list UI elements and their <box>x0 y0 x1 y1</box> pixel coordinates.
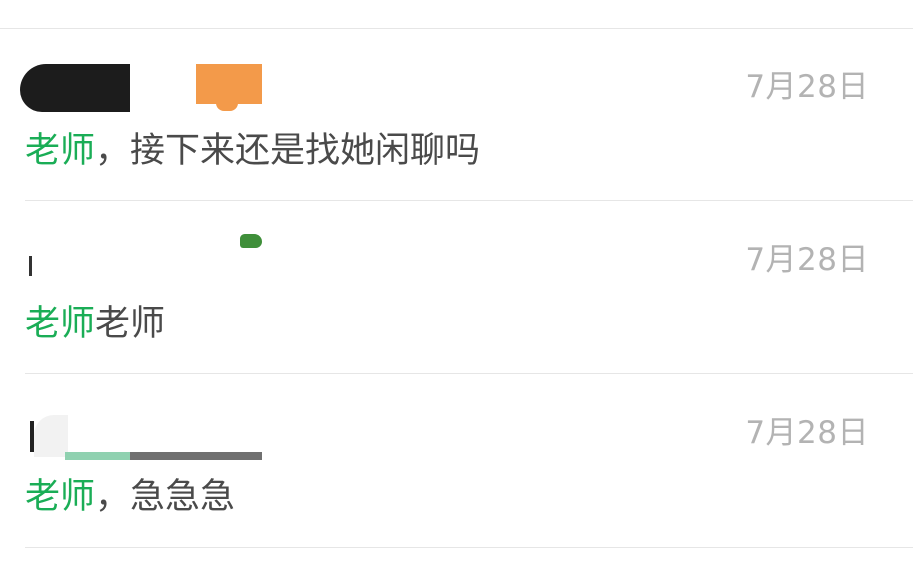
redaction-black-block <box>20 64 130 112</box>
row-divider <box>25 547 913 548</box>
sender-name: 老师 <box>25 131 96 171</box>
message-text: ，急急急 <box>95 477 236 517</box>
contact-name-redacted <box>20 407 270 467</box>
conversation-item[interactable]: 7月28日 老师，急急急 <box>0 375 913 548</box>
contact-name-redacted <box>20 61 270 121</box>
contact-name-redacted <box>20 234 270 294</box>
redaction-green-bar <box>65 452 130 460</box>
redaction-gray-bar <box>130 452 262 460</box>
redaction-mark <box>29 256 32 276</box>
redaction-orange-block <box>196 64 262 104</box>
row-divider <box>25 373 913 374</box>
message-preview: 老师，接下来还是找她闲聊吗 <box>25 129 480 173</box>
message-preview: 老师老师 <box>25 302 165 346</box>
leaf-emoji-icon <box>240 234 262 248</box>
row-divider <box>25 200 913 201</box>
conversation-item[interactable]: 7月28日 老师，接下来还是找她闲聊吗 <box>0 29 913 201</box>
redaction-white-overlay <box>34 415 68 457</box>
message-text: ，接下来还是找她闲聊吗 <box>95 131 481 171</box>
message-text: 老师 <box>95 304 166 344</box>
message-preview: 老师，急急急 <box>25 475 235 519</box>
message-date: 7月28日 <box>745 242 869 278</box>
sender-name: 老师 <box>25 304 96 344</box>
sender-name: 老师 <box>25 477 96 517</box>
conversation-item[interactable]: 7月28日 老师老师 <box>0 202 913 374</box>
message-date: 7月28日 <box>745 415 869 451</box>
redaction-orange-tail <box>216 103 238 111</box>
message-date: 7月28日 <box>745 69 869 105</box>
